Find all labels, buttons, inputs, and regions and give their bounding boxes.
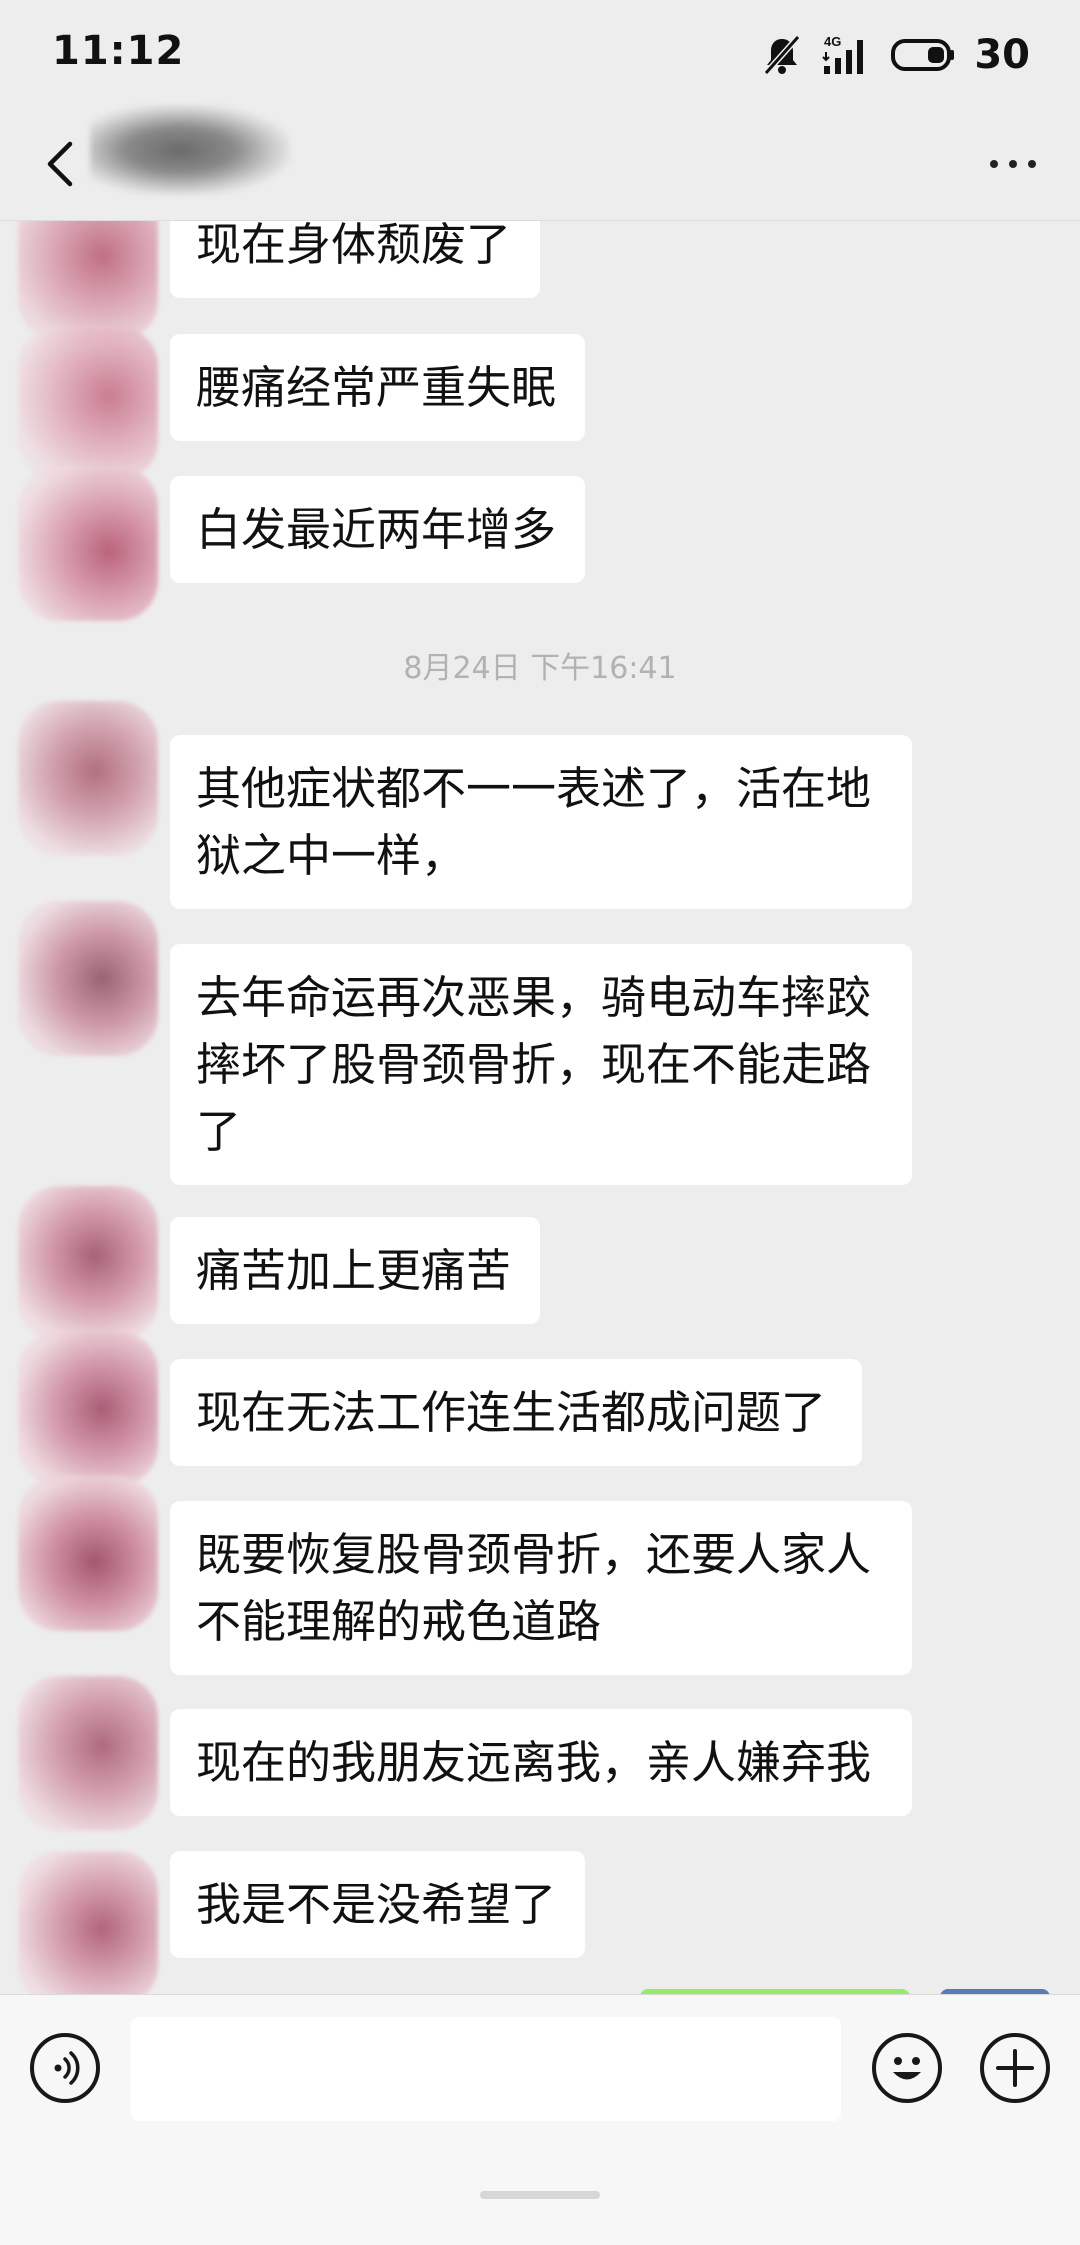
message-bubble[interactable]: 其他症状都不一一表述了，活在地狱之中一样，	[170, 735, 912, 909]
status-bar: 11:12 4G 30	[0, 0, 1080, 110]
chevron-left-icon[interactable]	[32, 132, 92, 196]
message-text: 现在无法工作连生活都成问题了	[196, 1386, 827, 1439]
message-bubble[interactable]: 现在的我朋友远离我，亲人嫌弃我	[170, 1709, 912, 1816]
input-bar	[0, 1994, 1080, 2245]
contact-name-blurred	[90, 105, 290, 195]
message-text: 去年命运再次恶果，骑电动车摔跤摔坏了股骨颈骨折，现在不能走路了	[196, 971, 872, 1158]
avatar[interactable]	[18, 221, 158, 341]
voice-icon[interactable]	[30, 2033, 100, 2103]
message-text: 现在的我朋友远离我，亲人嫌弃我	[196, 1736, 872, 1789]
message-text: 既要恢复股骨颈骨折，还要人家人不能理解的戒色道路	[196, 1528, 872, 1648]
message-bubble[interactable]: 我是不是没希望了	[170, 1851, 585, 1958]
avatar[interactable]	[18, 1851, 158, 1994]
message-timestamp: 8月24日 下午16:41	[403, 651, 677, 686]
avatar[interactable]	[18, 326, 158, 481]
avatar[interactable]	[18, 1676, 158, 1831]
home-indicator[interactable]	[480, 2191, 600, 2199]
avatar[interactable]	[18, 901, 158, 1056]
mute-bell-icon	[764, 35, 801, 75]
message-text: 现在身体颓废了	[196, 221, 512, 271]
message-text: 我是不是没希望了	[196, 1878, 557, 1931]
message-text: 痛苦加上更痛苦	[196, 1244, 512, 1297]
avatar[interactable]	[18, 1331, 158, 1486]
message-bubble[interactable]: 痛苦加上更痛苦	[170, 1217, 540, 1324]
message-bubble[interactable]: 去年命运再次恶果，骑电动车摔跤摔坏了股骨颈骨折，现在不能走路了	[170, 944, 912, 1185]
plus-icon[interactable]	[980, 2033, 1050, 2103]
avatar[interactable]	[18, 466, 158, 621]
status-icons: 4G 30	[760, 30, 1030, 80]
signal-4g-icon: 4G	[822, 34, 864, 74]
message-text: 其他症状都不一一表述了，活在地狱之中一样，	[196, 762, 872, 882]
battery-icon	[891, 39, 955, 71]
message-bubble[interactable]: 现在无法工作连生活都成问题了	[170, 1359, 862, 1466]
avatar[interactable]	[18, 1186, 158, 1341]
chat-messages: 现在身体颓废了 腰痛经常严重失眠 白发最近两年增多 8月24日 下午16:41 …	[0, 221, 1080, 1994]
network-label: 4G	[824, 34, 841, 49]
message-bubble[interactable]: 白发最近两年增多	[170, 476, 585, 583]
message-text: 腰痛经常严重失眠	[196, 361, 557, 414]
more-dots-icon[interactable]	[990, 160, 1036, 168]
avatar[interactable]	[18, 701, 158, 856]
message-bubble[interactable]: 既要恢复股骨颈骨折，还要人家人不能理解的戒色道路	[170, 1501, 912, 1675]
message-text: 白发最近两年增多	[196, 503, 557, 556]
status-time: 11:12	[52, 28, 185, 74]
avatar[interactable]	[18, 1476, 158, 1631]
message-bubble[interactable]: 腰痛经常严重失眠	[170, 334, 585, 441]
message-input[interactable]	[131, 2017, 841, 2121]
message-bubble[interactable]: 现在身体颓废了	[170, 221, 540, 298]
emoji-icon[interactable]	[872, 2033, 942, 2103]
battery-level: 30	[974, 32, 1030, 78]
